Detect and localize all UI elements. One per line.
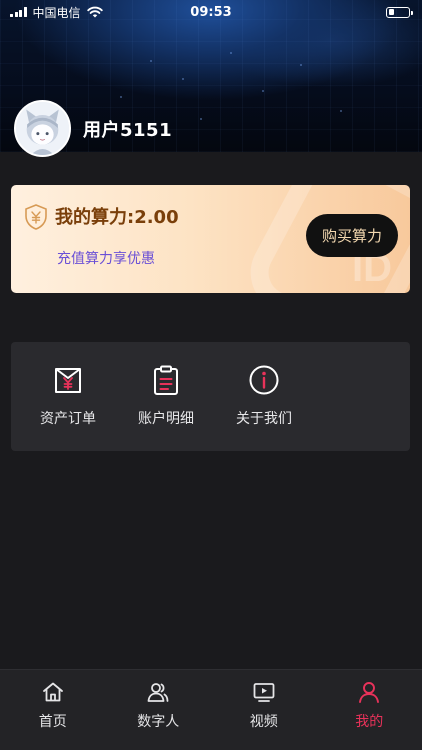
bottom-tab-bar: 首页 数字人 视频 我的 xyxy=(0,669,422,750)
asset-order-icon xyxy=(55,368,81,393)
profile-icon xyxy=(359,682,380,703)
compute-power-balance: 我的算力:2.00 xyxy=(55,207,179,228)
profile-screen: 中国电信 09:53 用户5151 ID 我的算力:2.00 充值算力享优惠 购… xyxy=(0,0,422,750)
menu-panel: 资产订单 账户明细 关于我们 xyxy=(11,342,410,451)
avatar-cat-girl-icon xyxy=(16,102,69,155)
tab-label: 首页 xyxy=(38,714,67,730)
battery-level xyxy=(388,9,395,15)
recharge-promo-link[interactable]: 充值算力享优惠 xyxy=(57,248,155,268)
shield-yuan-icon xyxy=(25,204,47,230)
tab-digital-human[interactable]: 数字人 xyxy=(106,670,212,750)
carrier-name: 中国电信 xyxy=(32,5,81,20)
signal-icon xyxy=(10,7,27,17)
compute-power-card: ID 我的算力:2.00 充值算力享优惠 购买算力 xyxy=(11,185,410,293)
video-icon xyxy=(253,683,275,702)
user-profile[interactable]: 用户5151 xyxy=(14,100,172,157)
menu-item-account-details[interactable]: 账户明细 xyxy=(117,342,215,451)
username: 用户5151 xyxy=(83,119,173,141)
menu-item-asset-orders[interactable]: 资产订单 xyxy=(19,342,117,451)
tab-label: 视频 xyxy=(249,714,278,730)
tab-label: 我的 xyxy=(355,714,384,730)
menu-label: 账户明细 xyxy=(138,411,194,427)
account-detail-icon xyxy=(154,365,178,395)
tab-home[interactable]: 首页 xyxy=(0,670,106,750)
digital-human-icon xyxy=(147,683,169,702)
info-icon xyxy=(249,365,279,395)
status-bar: 中国电信 09:53 xyxy=(0,0,422,24)
menu-label: 关于我们 xyxy=(236,411,292,427)
tab-profile[interactable]: 我的 xyxy=(317,670,422,750)
home-icon xyxy=(42,682,63,702)
wifi-icon xyxy=(86,6,103,18)
tab-video[interactable]: 视频 xyxy=(211,670,317,750)
menu-item-about-us[interactable]: 关于我们 xyxy=(215,342,313,451)
menu-label: 资产订单 xyxy=(40,411,96,427)
tab-label: 数字人 xyxy=(137,714,180,730)
battery-icon xyxy=(386,6,413,18)
avatar[interactable] xyxy=(14,100,71,157)
buy-compute-button[interactable]: 购买算力 xyxy=(306,214,398,257)
clock: 09:53 xyxy=(190,4,232,20)
